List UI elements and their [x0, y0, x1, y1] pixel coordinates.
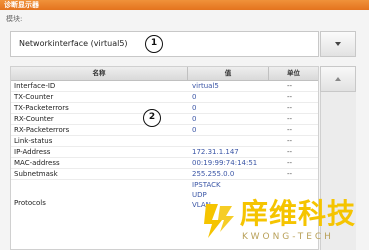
row-unit: --	[287, 137, 293, 145]
row-unit: --	[287, 170, 293, 178]
row-name: Protocols	[14, 199, 46, 207]
table-row: TX-Counter 0 --	[11, 92, 318, 103]
window-title: 诊断显示器	[4, 1, 39, 9]
scroll-up-button[interactable]	[320, 66, 356, 92]
row-name: IP-Address	[14, 148, 51, 156]
callout-2: 2	[143, 109, 161, 127]
row-unit: --	[287, 82, 293, 90]
table-row: Link-status --	[11, 136, 318, 147]
chevron-down-icon	[335, 42, 341, 46]
row-name: RX-Counter	[14, 115, 54, 123]
column-header-value: 值	[188, 67, 269, 80]
table-row: IP-Address 172.31.1.147 --	[11, 147, 318, 158]
chevron-up-icon	[335, 77, 341, 81]
watermark-cn-text: 庠维科技	[240, 197, 357, 230]
row-value: 255.255.0.0	[192, 170, 235, 178]
module-select[interactable]: Networkinterface (virtual5)	[10, 31, 319, 57]
row-value: 0	[192, 104, 197, 112]
watermark-logo-icon	[204, 204, 234, 238]
row-unit: --	[287, 148, 293, 156]
row-value: 00:19:99:74:14:51	[192, 159, 258, 167]
table-row: MAC-address 00:19:99:74:14:51 --	[11, 158, 318, 169]
row-unit: --	[287, 93, 293, 101]
row-unit: --	[287, 115, 293, 123]
column-header-unit: 单位	[287, 69, 300, 77]
row-name: TX-Counter	[14, 93, 54, 101]
window-titlebar: 诊断显示器	[0, 0, 369, 10]
module-select-button[interactable]	[320, 31, 356, 57]
column-header-name: 名称	[11, 67, 188, 80]
callout-1: 1	[145, 35, 163, 53]
row-value: 0	[192, 126, 197, 134]
row-unit: --	[287, 126, 293, 134]
row-name: Link-status	[14, 137, 53, 145]
row-name: MAC-address	[14, 159, 60, 167]
row-value: 172.31.1.147	[192, 148, 239, 156]
row-name: Subnetmask	[14, 170, 58, 178]
watermark-en-text: KWONG-TECH	[242, 232, 334, 242]
row-name: Interface-ID	[14, 82, 56, 90]
table-row: RX-Packeterrors 0 --	[11, 125, 318, 136]
row-unit: --	[287, 104, 293, 112]
row-unit: --	[287, 159, 293, 167]
row-name: TX-Packeterrors	[14, 104, 69, 112]
table-header: 名称 值 单位	[11, 67, 318, 81]
protocol-value: IPSTACK	[192, 181, 221, 189]
table-row: RX-Counter 0 --	[11, 114, 318, 125]
module-select-value: Networkinterface (virtual5)	[19, 39, 128, 48]
table-row: TX-Packeterrors 0 --	[11, 103, 318, 114]
table-row: Subnetmask 255.255.0.0 --	[11, 169, 318, 180]
row-name: RX-Packeterrors	[14, 126, 70, 134]
row-value: virtual5	[192, 82, 219, 90]
diagnostic-monitor-window: 诊断显示器 模块: Networkinterface (virtual5) 1 …	[0, 0, 369, 250]
row-value: 0	[192, 93, 197, 101]
row-value: 0	[192, 115, 197, 123]
watermark: 庠维科技 KWONG-TECH	[198, 198, 369, 250]
module-label: 模块:	[6, 15, 23, 23]
table-row: Interface-ID virtual5 --	[11, 81, 318, 92]
